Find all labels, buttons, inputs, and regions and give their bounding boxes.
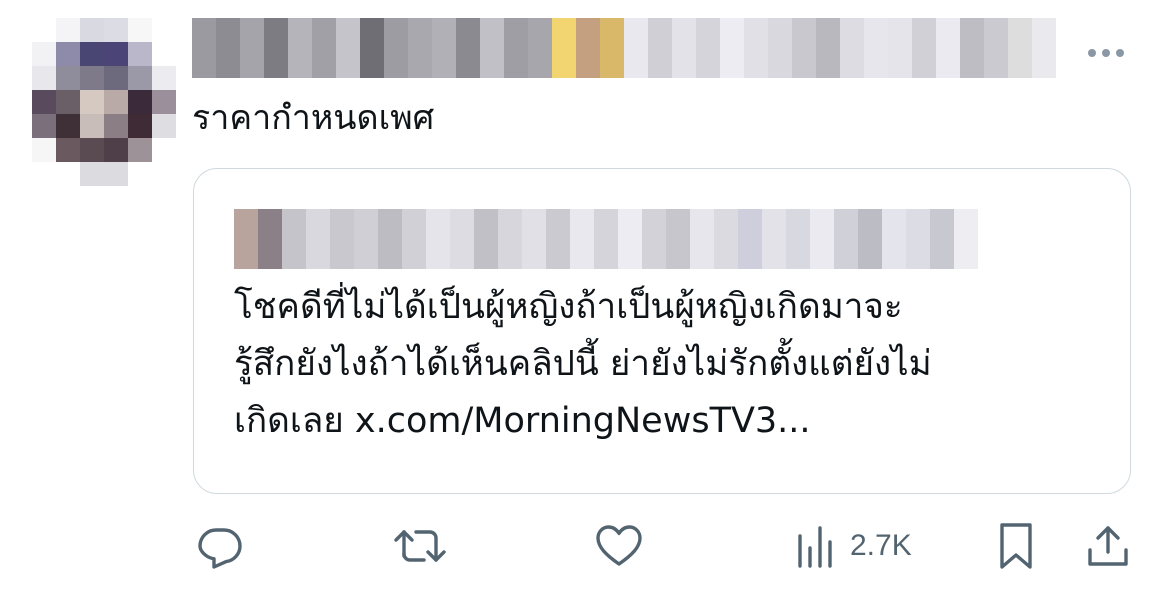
quoted-text-line: รู้สึกยังไงถ้าได้เห็นคลิปนี้ ย่ายังไม่รั…	[234, 344, 932, 384]
heart-icon	[596, 525, 642, 566]
reply-button[interactable]	[196, 518, 244, 574]
quoted-author-redacted	[234, 209, 978, 269]
reply-icon	[198, 528, 242, 569]
repost-icon	[394, 530, 446, 562]
quoted-text-line: เกิดเลย x.com/MorningNewsTV3...	[234, 401, 811, 441]
more-dot-icon	[1116, 49, 1124, 57]
bookmark-icon	[1000, 523, 1032, 569]
bookmark-button[interactable]	[994, 518, 1038, 574]
more-options-button[interactable]	[1080, 38, 1132, 68]
quoted-text-line: โชคดีที่ไม่ได้เป็นผู้หญิงถ้าเป็นผู้หญิงเ…	[234, 287, 903, 327]
views-count: 2.7K	[850, 529, 912, 562]
views-button[interactable]: 2.7K	[796, 518, 912, 574]
share-icon	[1088, 526, 1128, 566]
more-dot-icon	[1088, 49, 1096, 57]
quoted-post-text: โชคดีที่ไม่ได้เป็นผู้หญิงถ้าเป็นผู้หญิงเ…	[234, 279, 1114, 450]
author-name-redacted[interactable]	[192, 18, 1056, 78]
analytics-icon	[798, 526, 832, 568]
post-text: ราคากำหนดเพศ	[192, 98, 435, 138]
avatar[interactable]	[32, 18, 176, 186]
quoted-post-card[interactable]: โชคดีที่ไม่ได้เป็นผู้หญิงถ้าเป็นผู้หญิงเ…	[193, 168, 1131, 494]
repost-button[interactable]	[392, 518, 448, 574]
more-dot-icon	[1102, 49, 1110, 57]
share-button[interactable]	[1084, 518, 1132, 574]
like-button[interactable]	[594, 518, 644, 574]
